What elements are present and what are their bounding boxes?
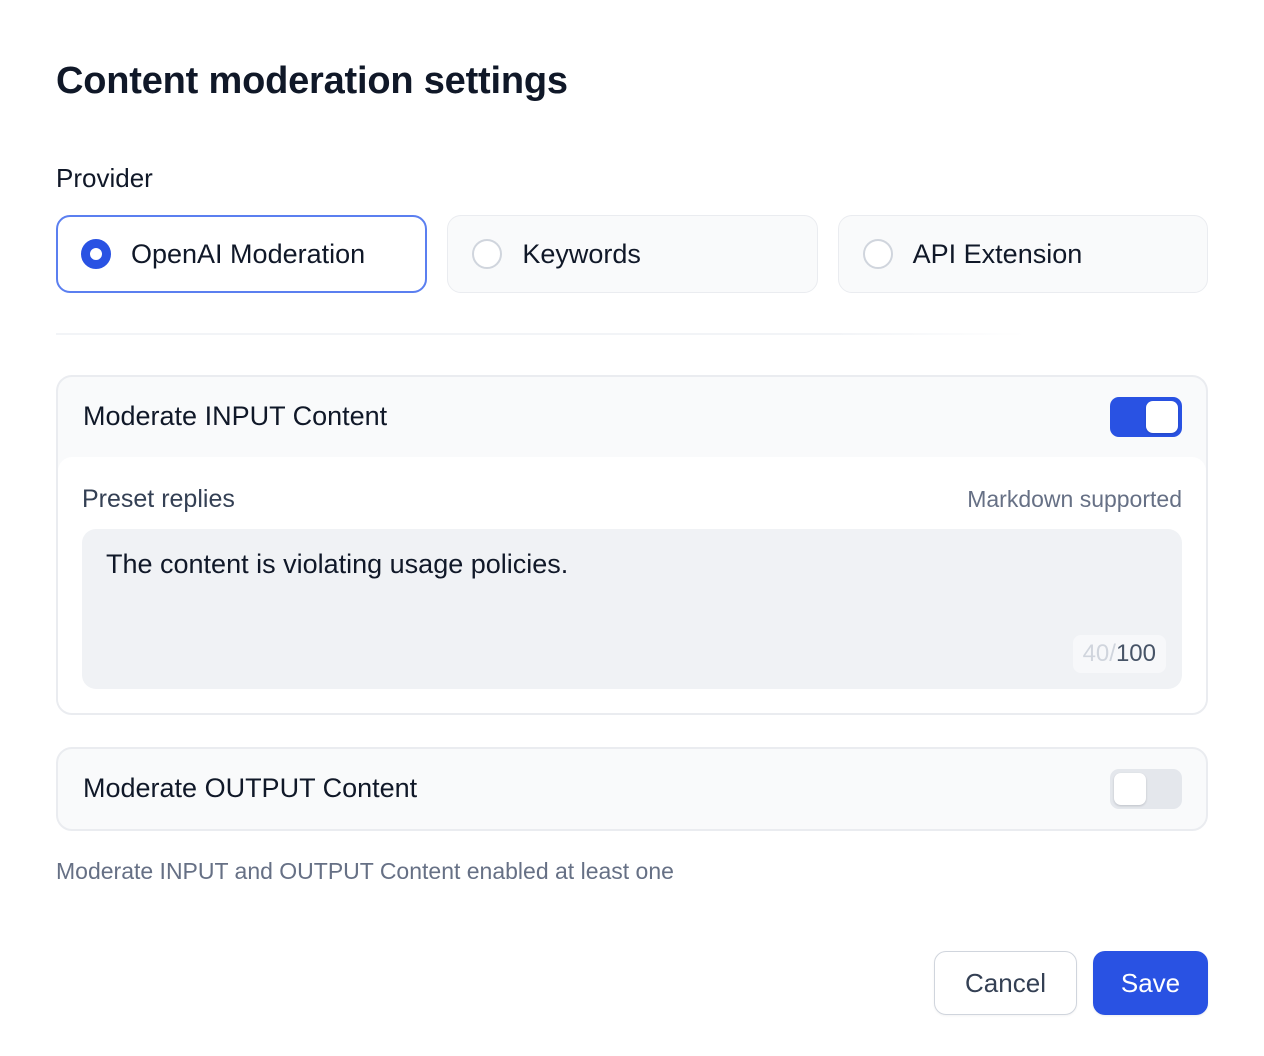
provider-option-label: Keywords: [522, 238, 641, 269]
provider-label: Provider: [56, 163, 153, 193]
provider-option-label: OpenAI Moderation: [131, 238, 366, 269]
moderate-output-toggle[interactable]: [1110, 769, 1182, 809]
toggle-knob: [1114, 773, 1146, 805]
cancel-button[interactable]: Cancel: [934, 951, 1077, 1015]
provider-options: OpenAI Moderation Keywords API Extension: [56, 215, 1208, 293]
provider-option-api-extension[interactable]: API Extension: [837, 215, 1208, 293]
markdown-supported-hint: Markdown supported: [967, 486, 1182, 512]
moderate-output-title: Moderate OUTPUT Content: [83, 773, 418, 803]
char-count-separator: /: [1109, 640, 1116, 667]
provider-option-openai-moderation[interactable]: OpenAI Moderation: [56, 215, 428, 293]
char-count-max: 100: [1115, 640, 1156, 667]
section-divider: [56, 333, 1026, 335]
content-moderation-dialog: Content moderation settings Provider Ope…: [0, 0, 1264, 1056]
preset-reply-textarea[interactable]: The content is violating usage policies.…: [82, 529, 1182, 689]
moderate-output-header: Moderate OUTPUT Content: [58, 749, 1206, 829]
radio-unchecked-icon: [862, 239, 893, 269]
validation-hint: Moderate INPUT and OUTPUT Content enable…: [56, 858, 674, 884]
moderate-input-header: Moderate INPUT Content: [58, 377, 1206, 459]
char-count-current: 40: [1082, 640, 1110, 667]
radio-checked-icon: [81, 239, 111, 269]
dialog-title: Content moderation settings: [56, 60, 568, 102]
preset-replies-section: Preset replies Markdown supported The co…: [58, 457, 1206, 713]
character-counter: 40/100: [1072, 635, 1166, 673]
preset-replies-label: Preset replies: [82, 485, 235, 513]
radio-unchecked-icon: [472, 239, 503, 269]
moderate-input-panel: Moderate INPUT Content Preset replies Ma…: [56, 375, 1208, 715]
provider-option-keywords[interactable]: Keywords: [447, 215, 818, 293]
moderate-input-title: Moderate INPUT Content: [83, 401, 388, 431]
moderate-input-toggle[interactable]: [1110, 397, 1182, 437]
save-button[interactable]: Save: [1093, 951, 1208, 1015]
provider-option-label: API Extension: [912, 238, 1083, 269]
moderate-output-panel: Moderate OUTPUT Content: [56, 747, 1208, 831]
preset-reply-text[interactable]: The content is violating usage policies.: [106, 549, 1146, 580]
toggle-knob: [1146, 401, 1178, 433]
